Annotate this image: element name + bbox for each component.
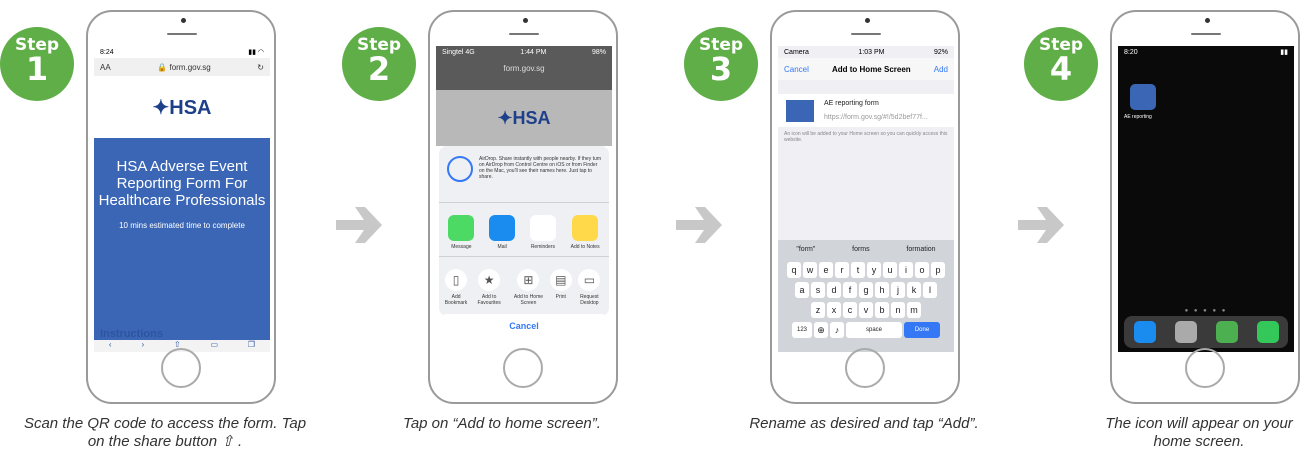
key-done[interactable]: Done: [904, 322, 940, 338]
step-caption: Scan the QR code to access the form. Tap…: [23, 415, 307, 450]
phone-mockup-2: Singtel 4G 1:44 PM 98% form.gov.sg ✦HSA Ai…: [428, 10, 618, 404]
key-123[interactable]: 123: [792, 322, 812, 338]
key-g[interactable]: g: [859, 282, 873, 298]
camera-icon[interactable]: [1174, 321, 1197, 343]
step-3: Step 3 Camera 1:03 PM 92% Cancel Add to Home…: [684, 0, 984, 472]
action-add-favourites[interactable]: ★ Add to Favourites: [471, 269, 507, 306]
key-x[interactable]: x: [827, 302, 841, 318]
key-k[interactable]: k: [907, 282, 921, 298]
key-s[interactable]: s: [811, 282, 825, 298]
mic-icon[interactable]: ♪: [830, 322, 844, 338]
key-t[interactable]: t: [851, 262, 865, 278]
key-b[interactable]: b: [875, 302, 889, 318]
cancel-button[interactable]: Cancel: [784, 65, 809, 74]
step-badge-2: Step 2: [342, 27, 416, 101]
keyboard: "form" forms formation qwertyuiop asdfghjk…: [778, 240, 954, 352]
action-request-desktop[interactable]: ▭ Request Desktop: [572, 269, 607, 306]
home-button[interactable]: [161, 348, 201, 388]
url-text: https://form.gov.sg/#!/5d2bef77f...: [824, 114, 928, 121]
share-app-mail[interactable]: Mail: [489, 215, 516, 250]
hsa-logo: ✦HSA: [152, 96, 212, 119]
cancel-button[interactable]: Cancel: [439, 314, 609, 338]
key-w[interactable]: w: [803, 262, 817, 278]
key-v[interactable]: v: [859, 302, 873, 318]
key-r[interactable]: r: [835, 262, 849, 278]
key-u[interactable]: u: [883, 262, 897, 278]
key-m[interactable]: m: [907, 302, 921, 318]
key-a[interactable]: a: [795, 282, 809, 298]
phone-screen: Singtel 4G 1:44 PM 98% form.gov.sg ✦HSA Ai…: [436, 46, 612, 352]
page-dots: ● ● ● ● ●: [1184, 308, 1228, 314]
step-caption: Rename as desired and tap “Add”.: [749, 415, 979, 432]
dock: [1124, 316, 1288, 348]
step-caption: The icon will appear on your home screen…: [1105, 415, 1293, 450]
hsa-logo: ✦HSA: [436, 90, 612, 146]
key-q[interactable]: q: [787, 262, 801, 278]
key-c[interactable]: c: [843, 302, 857, 318]
step-4: Step 4 8:20 ▮▮ AE reporting ● ● ● ● ● The …: [1024, 0, 1311, 472]
share-app-reminders[interactable]: Reminders: [529, 215, 556, 250]
add-button[interactable]: Add: [934, 65, 948, 74]
globe-icon[interactable]: ⊕: [814, 322, 828, 338]
instructions-heading: Instructions: [100, 328, 163, 340]
key-p[interactable]: p: [931, 262, 945, 278]
phone-mockup-1: 8:24 ▮▮ ◠ AA 🔒 form.gov.sg ↻ ✦HSA HSA Adver…: [86, 10, 276, 404]
key-y[interactable]: y: [867, 262, 881, 278]
home-screen-entry: AE reporting form https://form.gov.sg/#!…: [778, 94, 954, 127]
key-i[interactable]: i: [899, 262, 913, 278]
phone-screen: 8:20 ▮▮ AE reporting ● ● ● ● ●: [1118, 46, 1294, 352]
address-bar[interactable]: AA 🔒 form.gov.sg ↻: [94, 58, 270, 76]
key-j[interactable]: j: [891, 282, 905, 298]
share-app-message[interactable]: Message: [448, 215, 475, 250]
share-sheet: AirDrop. Share instantly with people nea…: [439, 146, 609, 316]
key-f[interactable]: f: [843, 282, 857, 298]
key-space[interactable]: space: [846, 322, 902, 338]
action-add-bookmark[interactable]: ▯ Add Bookmark: [441, 269, 471, 306]
share-app-notes[interactable]: Add to Notes: [571, 215, 600, 250]
app-icon-label: AE reporting: [1124, 114, 1152, 120]
step-caption: Tap on “Add to home screen”.: [403, 415, 601, 432]
step-1: Step 1 8:24 ▮▮ ◠ AA 🔒 form.gov.sg ↻ ✦HSA HSA…: [0, 0, 306, 472]
ae-reporting-app-icon[interactable]: [1130, 84, 1156, 110]
phone-icon[interactable]: [1256, 321, 1279, 343]
site-thumbnail: [786, 100, 814, 122]
phone-screen: 8:24 ▮▮ ◠ AA 🔒 form.gov.sg ↻ ✦HSA HSA Adver…: [94, 46, 270, 352]
step-badge-1: Step 1: [0, 27, 74, 101]
safari-icon[interactable]: [1133, 321, 1156, 343]
phone-mockup-4: 8:20 ▮▮ AE reporting ● ● ● ● ●: [1110, 10, 1300, 404]
step-badge-3: Step 3: [684, 27, 758, 101]
key-e[interactable]: e: [819, 262, 833, 278]
action-print[interactable]: ▤ Print: [549, 269, 572, 306]
info-note: An icon will be added to your Home scree…: [784, 131, 948, 143]
action-add-home-screen[interactable]: ⊞ Add to Home Screen: [507, 269, 550, 306]
key-n[interactable]: n: [891, 302, 905, 318]
key-d[interactable]: d: [827, 282, 841, 298]
step-badge-4: Step 4: [1024, 27, 1098, 101]
name-field[interactable]: AE reporting form: [824, 100, 948, 107]
key-o[interactable]: o: [915, 262, 929, 278]
phone-mockup-3: Camera 1:03 PM 92% Cancel Add to Home Scree…: [770, 10, 960, 404]
home-button[interactable]: [845, 348, 885, 388]
step-2: Step 2 Singtel 4G 1:44 PM 98% form.gov.sg ✦…: [342, 0, 642, 472]
phone-screen: Camera 1:03 PM 92% Cancel Add to Home Scree…: [778, 46, 954, 352]
home-button[interactable]: [1185, 348, 1225, 388]
key-z[interactable]: z: [811, 302, 825, 318]
form-hero: HSA Adverse Event Reporting Form For Hea…: [94, 138, 270, 348]
key-h[interactable]: h: [875, 282, 889, 298]
maps-icon[interactable]: [1215, 321, 1238, 343]
home-button[interactable]: [503, 348, 543, 388]
key-l[interactable]: l: [923, 282, 937, 298]
airdrop-icon: [447, 156, 473, 182]
